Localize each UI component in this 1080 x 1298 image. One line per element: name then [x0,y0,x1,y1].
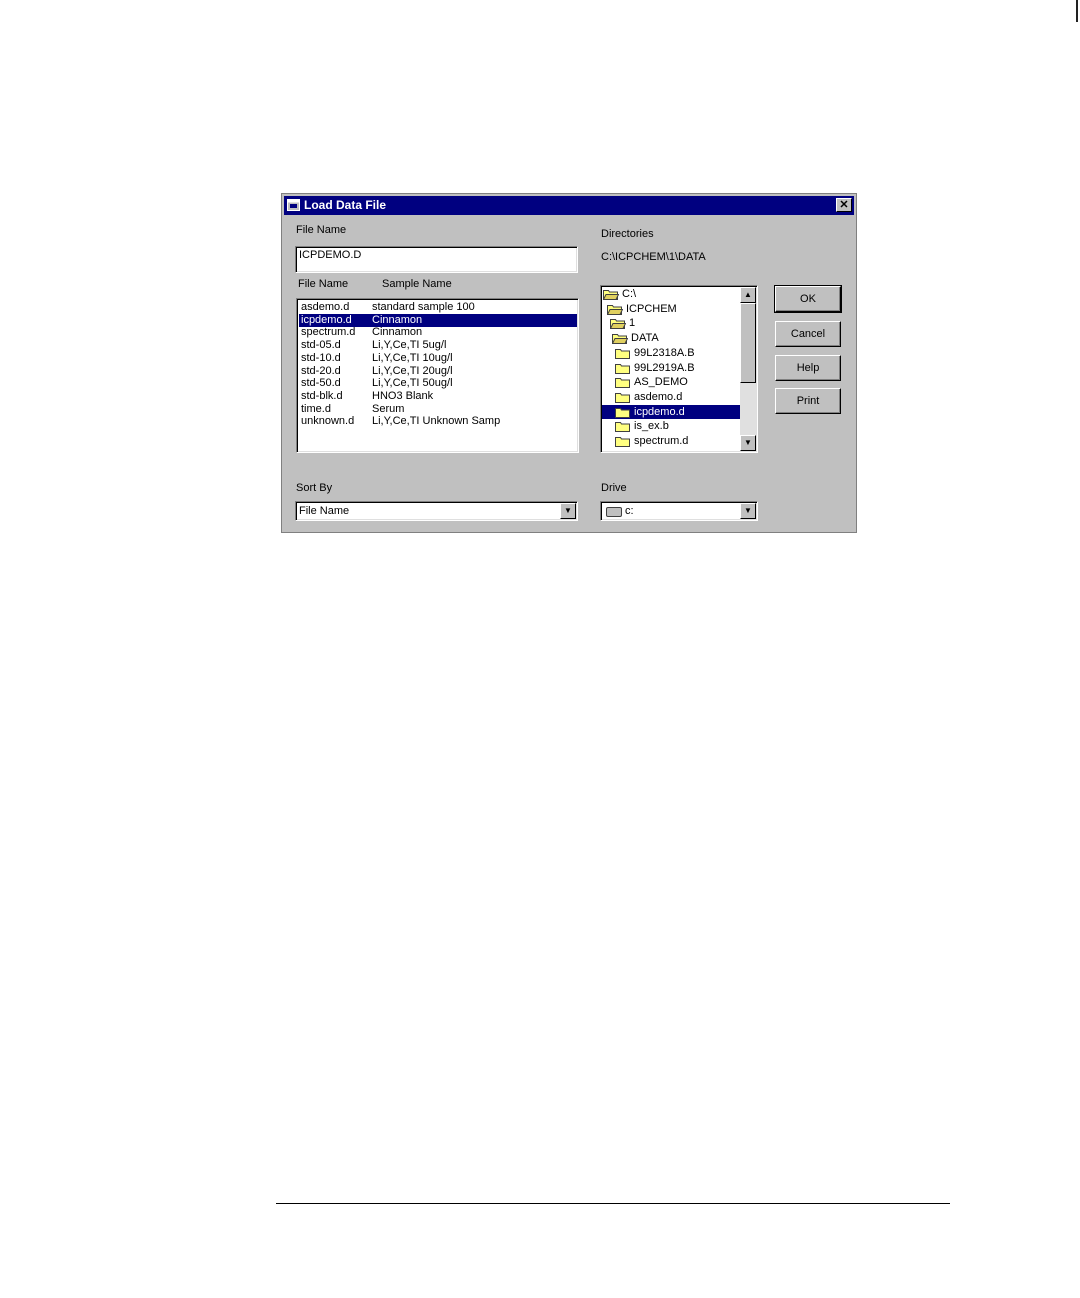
file-list-file-name: unknown.d [301,415,355,428]
folder-icon [615,421,631,433]
current-directory-path: C:\ICPCHEM\1\DATA [601,251,706,263]
file-list-file-name: spectrum.d [301,326,356,339]
directory-item-label: DATA [631,332,659,345]
folder-icon [615,348,631,359]
file-list-sample-name: Cinnamon [372,313,423,326]
file-list-sample-name: Cinnamon [372,326,423,339]
file-list[interactable]: asdemo.d standard sample 100 icpdemo.d Cinn… [296,298,579,453]
directory-tree[interactable]: spectrum.d is_ex.b icpdemo.d asdemo.d AS_DEM… [600,285,758,453]
directory-item-label: spectrum.d [634,435,689,447]
window-icon [287,199,300,211]
folder-icon [615,451,631,452]
scroll-down-button[interactable]: ▼ [740,435,756,451]
file-list-row[interactable]: icpdemo.d Cinnamon [299,313,577,327]
directory-item[interactable]: 99L2318A.B [615,346,741,360]
file-list-file-name: std-20.d [301,364,341,377]
directory-item-label: ICPCHEM [626,302,677,315]
scroll-thumb[interactable] [740,303,756,383]
dialog-title: Load Data File [304,198,387,212]
directory-item-label: AS_DEMO [634,376,688,389]
file-list-sample-name: Li,Y,Ce,TI 10ug/l [372,351,453,364]
file-list-file-name: std-10.d [301,351,341,364]
folder-icon [615,377,631,389]
directory-item-label: asdemo.d [634,390,683,403]
directory-item[interactable]: C:\ [602,287,741,301]
sort-by-dropdown-icon[interactable]: ▼ [560,503,576,519]
directory-item[interactable]: DATA [611,331,741,345]
sort-by-label: Sort By [296,482,333,494]
directory-item-label: 1 [629,317,636,330]
directory-item-label: 99L2919A.B [634,361,695,374]
directory-item[interactable]: is_ex.b [615,419,741,433]
directory-item[interactable]: asdemo.d [615,390,741,404]
folder-icon [615,392,631,403]
directory-scrollbar[interactable]: ▲ ▼ [740,287,756,451]
file-list-file-name: icpdemo.d [301,313,352,326]
sort-by-select[interactable]: File Name ▼ [295,501,578,521]
file-list-sample-name: standard sample 100 [372,301,475,313]
file-list-sample-name: Li,Y,Ce,TI 20ug/l [372,364,453,377]
open-folder-icon [606,304,624,315]
drive-select[interactable]: c: ▼ [600,501,758,521]
directory-item-label: is_ex.b [634,420,669,433]
open-folder-icon [602,289,620,300]
footer-rule [276,1203,950,1204]
title-bar[interactable]: Load Data File ✕ [284,196,854,215]
directory-item[interactable] [615,449,741,452]
file-list-row[interactable]: time.d Serum [299,403,577,416]
sort-by-value: File Name [299,505,350,517]
file-name-input[interactable]: ICPDEMO.D [295,246,578,273]
file-list-file-name: std-blk.d [301,389,343,402]
file-list-file-name: std-05.d [301,339,341,352]
page-edge-mark [1076,0,1078,22]
directory-item[interactable]: spectrum.d [615,434,741,448]
file-list-sample-name: Li,Y,Ce,TI Unknown Samp [372,415,501,428]
file-list-sample-name: Li,Y,Ce,TI 50ug/l [372,377,453,390]
folder-icon [615,363,631,374]
file-name-label: File Name [296,224,347,236]
column-header-file-name: File Name [298,278,349,290]
directory-item[interactable]: 1 [609,316,741,330]
drive-dropdown-icon[interactable]: ▼ [740,503,756,519]
drive-value: c: [625,505,634,517]
directory-item-label: 99L2318A.B [634,346,695,359]
ok-button[interactable]: OK [774,285,842,313]
drive-icon [606,507,622,517]
file-list-row[interactable]: spectrum.d Cinnamon [299,326,577,339]
file-name-value: ICPDEMO.D [299,249,362,261]
file-list-sample-name: HNO3 Blank [372,389,434,402]
file-list-row[interactable]: std-50.d Li,Y,Ce,TI 50ug/l [299,377,577,390]
print-button[interactable]: Print [775,388,841,414]
open-folder-icon [609,318,627,330]
column-header-sample-name: Sample Name [382,278,452,290]
directory-item-label: icpdemo.d [633,404,686,419]
file-list-file-name: std-50.d [301,377,341,390]
drive-label: Drive [601,482,627,494]
directory-item[interactable]: 99L2919A.B [615,361,741,375]
file-list-sample-name: Serum [372,402,405,415]
directory-item[interactable]: AS_DEMO [615,375,741,389]
close-button[interactable]: ✕ [836,198,852,212]
folder-icon [615,407,631,418]
directory-item-label: C:\ [622,288,637,300]
file-list-row[interactable]: asdemo.d standard sample 100 [299,301,577,314]
help-button[interactable]: Help [775,355,841,381]
load-data-file-dialog: Load Data File ✕ File Name ICPDEMO.D Fil… [281,193,857,533]
cancel-button[interactable]: Cancel [775,321,841,347]
file-list-row[interactable]: std-10.d Li,Y,Ce,TI 10ug/l [299,352,577,365]
file-list-sample-name: Li,Y,Ce,TI 5ug/l [372,339,447,352]
scroll-up-button[interactable]: ▲ [740,287,756,303]
file-list-file-name: asdemo.d [301,301,350,313]
file-list-row[interactable]: std-blk.d HNO3 Blank [299,390,577,403]
directory-item[interactable]: icpdemo.d [602,404,742,419]
file-list-row[interactable]: std-05.d Li,Y,Ce,TI 5ug/l [299,339,577,352]
file-list-row[interactable]: std-20.d Li,Y,Ce,TI 20ug/l [299,365,577,378]
directory-item[interactable]: ICPCHEM [606,302,741,316]
directories-label: Directories [601,228,654,240]
file-list-row[interactable]: unknown.d Li,Y,Ce,TI Unknown Samp [299,415,577,428]
folder-icon [615,436,631,447]
file-list-file-name: time.d [301,402,331,415]
open-folder-icon [611,333,629,345]
